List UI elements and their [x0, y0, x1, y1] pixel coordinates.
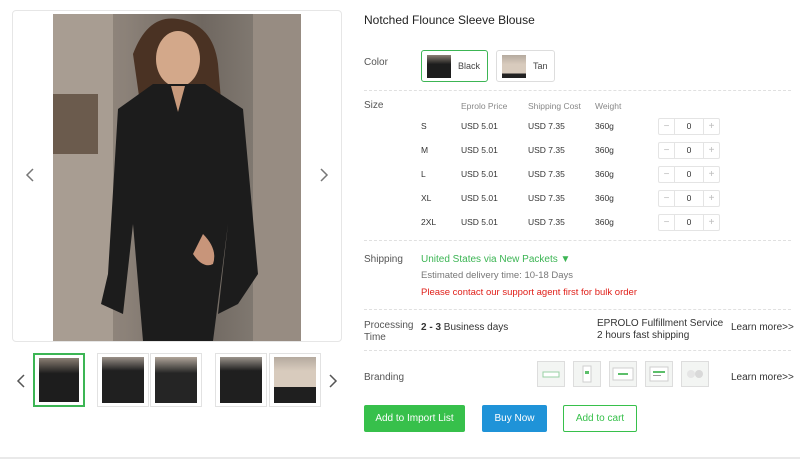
divider: [364, 309, 791, 310]
shipping-cost-value: USD 7.35: [528, 217, 565, 227]
processing-label-line2: Time: [364, 332, 386, 343]
thumbnail-3[interactable]: [150, 353, 202, 407]
color-option-label: Tan: [533, 61, 548, 71]
divider: [364, 350, 791, 351]
processing-days-range: 2 - 3: [421, 322, 442, 333]
processing-days-unit: Business days: [441, 322, 509, 333]
quantity-stepper[interactable]: −0 +: [658, 166, 720, 183]
thumbnail-1[interactable]: [33, 353, 85, 407]
color-option-label: Black: [458, 61, 481, 71]
chevron-left-icon: [16, 374, 25, 388]
decrement-button[interactable]: −: [659, 119, 675, 134]
header-weight: Weight: [595, 101, 622, 111]
branding-sample-1[interactable]: [537, 361, 565, 387]
divider: [364, 90, 791, 91]
size-value: S: [421, 121, 427, 131]
quantity-input[interactable]: 0: [675, 215, 703, 230]
tan-swatch-thumb: [502, 55, 526, 78]
header-shipping: Shipping Cost: [528, 101, 581, 111]
quantity-input[interactable]: 0: [675, 143, 703, 158]
increment-button[interactable]: +: [703, 119, 719, 134]
bulk-order-notice: Please contact our support agent first f…: [421, 287, 637, 298]
size-value: 2XL: [421, 217, 437, 227]
quantity-stepper[interactable]: −0 +: [658, 214, 720, 231]
price-value: USD 5.01: [461, 145, 498, 155]
decrement-button[interactable]: −: [659, 143, 675, 158]
processing-label: Processing Time: [364, 320, 413, 344]
color-option-tan[interactable]: Tan: [496, 50, 555, 82]
branding-sample-5[interactable]: [681, 361, 709, 387]
quantity-stepper[interactable]: −0 +: [658, 190, 720, 207]
learn-more-link[interactable]: Learn more>>: [731, 322, 794, 333]
size-value: M: [421, 145, 429, 155]
thumbnail-5[interactable]: [269, 353, 321, 407]
thumb-next-arrow[interactable]: [328, 373, 338, 389]
increment-button[interactable]: +: [703, 215, 719, 230]
size-value: XL: [421, 193, 432, 203]
increment-button[interactable]: +: [703, 191, 719, 206]
delivery-estimate: Estimated delivery time: 10-18 Days: [421, 270, 574, 281]
processing-label-line1: Processing: [364, 320, 414, 331]
quantity-input[interactable]: 0: [675, 191, 703, 206]
shipping-label: Shipping: [364, 254, 403, 265]
shipping-cost-value: USD 7.35: [528, 169, 565, 179]
add-to-cart-button[interactable]: Add to cart: [563, 405, 637, 432]
weight-value: 360g: [595, 169, 614, 179]
increment-button[interactable]: +: [703, 167, 719, 182]
model-illustration: [53, 14, 301, 341]
size-label: Size: [364, 100, 384, 111]
quantity-input[interactable]: 0: [675, 119, 703, 134]
learn-more-branding-link[interactable]: Learn more>>: [731, 372, 794, 383]
increment-button[interactable]: +: [703, 143, 719, 158]
shipping-cost-value: USD 7.35: [528, 193, 565, 203]
price-value: USD 5.01: [461, 169, 498, 179]
quantity-input[interactable]: 0: [675, 167, 703, 182]
buy-now-button[interactable]: Buy Now: [482, 405, 547, 432]
thumb-prev-arrow[interactable]: [16, 373, 26, 389]
price-value: USD 5.01: [461, 121, 498, 131]
service-sub: 2 hours fast shipping: [597, 330, 690, 341]
size-value: L: [421, 169, 426, 179]
weight-value: 360g: [595, 121, 614, 131]
decrement-button[interactable]: −: [659, 167, 675, 182]
thumbnail-strip: [12, 353, 342, 413]
branding-label: Branding: [364, 372, 405, 383]
color-option-black[interactable]: Black: [421, 50, 488, 82]
chevron-left-icon: [25, 168, 34, 182]
quantity-stepper[interactable]: −0 +: [658, 118, 720, 135]
thumbnail-2[interactable]: [97, 353, 149, 407]
color-label: Color: [364, 57, 388, 68]
service-title: EPROLO Fulfillment Service: [597, 318, 724, 329]
price-value: USD 5.01: [461, 193, 498, 203]
shipping-cost-value: USD 7.35: [528, 145, 565, 155]
branding-sample-2[interactable]: [573, 361, 601, 387]
branding-sample-4[interactable]: [645, 361, 673, 387]
price-value: USD 5.01: [461, 217, 498, 227]
header-price: Eprolo Price: [461, 101, 508, 111]
chevron-right-icon: [329, 374, 338, 388]
weight-value: 360g: [595, 193, 614, 203]
quantity-stepper[interactable]: −0 +: [658, 142, 720, 159]
shipping-cost-value: USD 7.35: [528, 121, 565, 131]
decrement-button[interactable]: −: [659, 191, 675, 206]
add-to-import-list-button[interactable]: Add to Import List: [364, 405, 465, 432]
weight-value: 360g: [595, 145, 614, 155]
decrement-button[interactable]: −: [659, 215, 675, 230]
prev-image-arrow[interactable]: [25, 167, 35, 183]
product-title: Notched Flounce Sleeve Blouse: [364, 13, 535, 27]
black-swatch-thumb: [427, 55, 451, 78]
thumbnail-4[interactable]: [215, 353, 267, 407]
branding-sample-3[interactable]: [609, 361, 637, 387]
product-photo: [53, 14, 301, 341]
divider: [364, 240, 791, 241]
main-product-image-frame: [12, 10, 342, 342]
shipping-method-select[interactable]: United States via New Packets ▼: [421, 254, 570, 265]
next-image-arrow[interactable]: [319, 167, 329, 183]
weight-value: 360g: [595, 217, 614, 227]
chevron-right-icon: [320, 168, 329, 182]
fulfillment-service: EPROLO Fulfillment Service 2 hours fast …: [597, 318, 723, 342]
processing-days: 2 - 3 Business days: [421, 322, 508, 333]
